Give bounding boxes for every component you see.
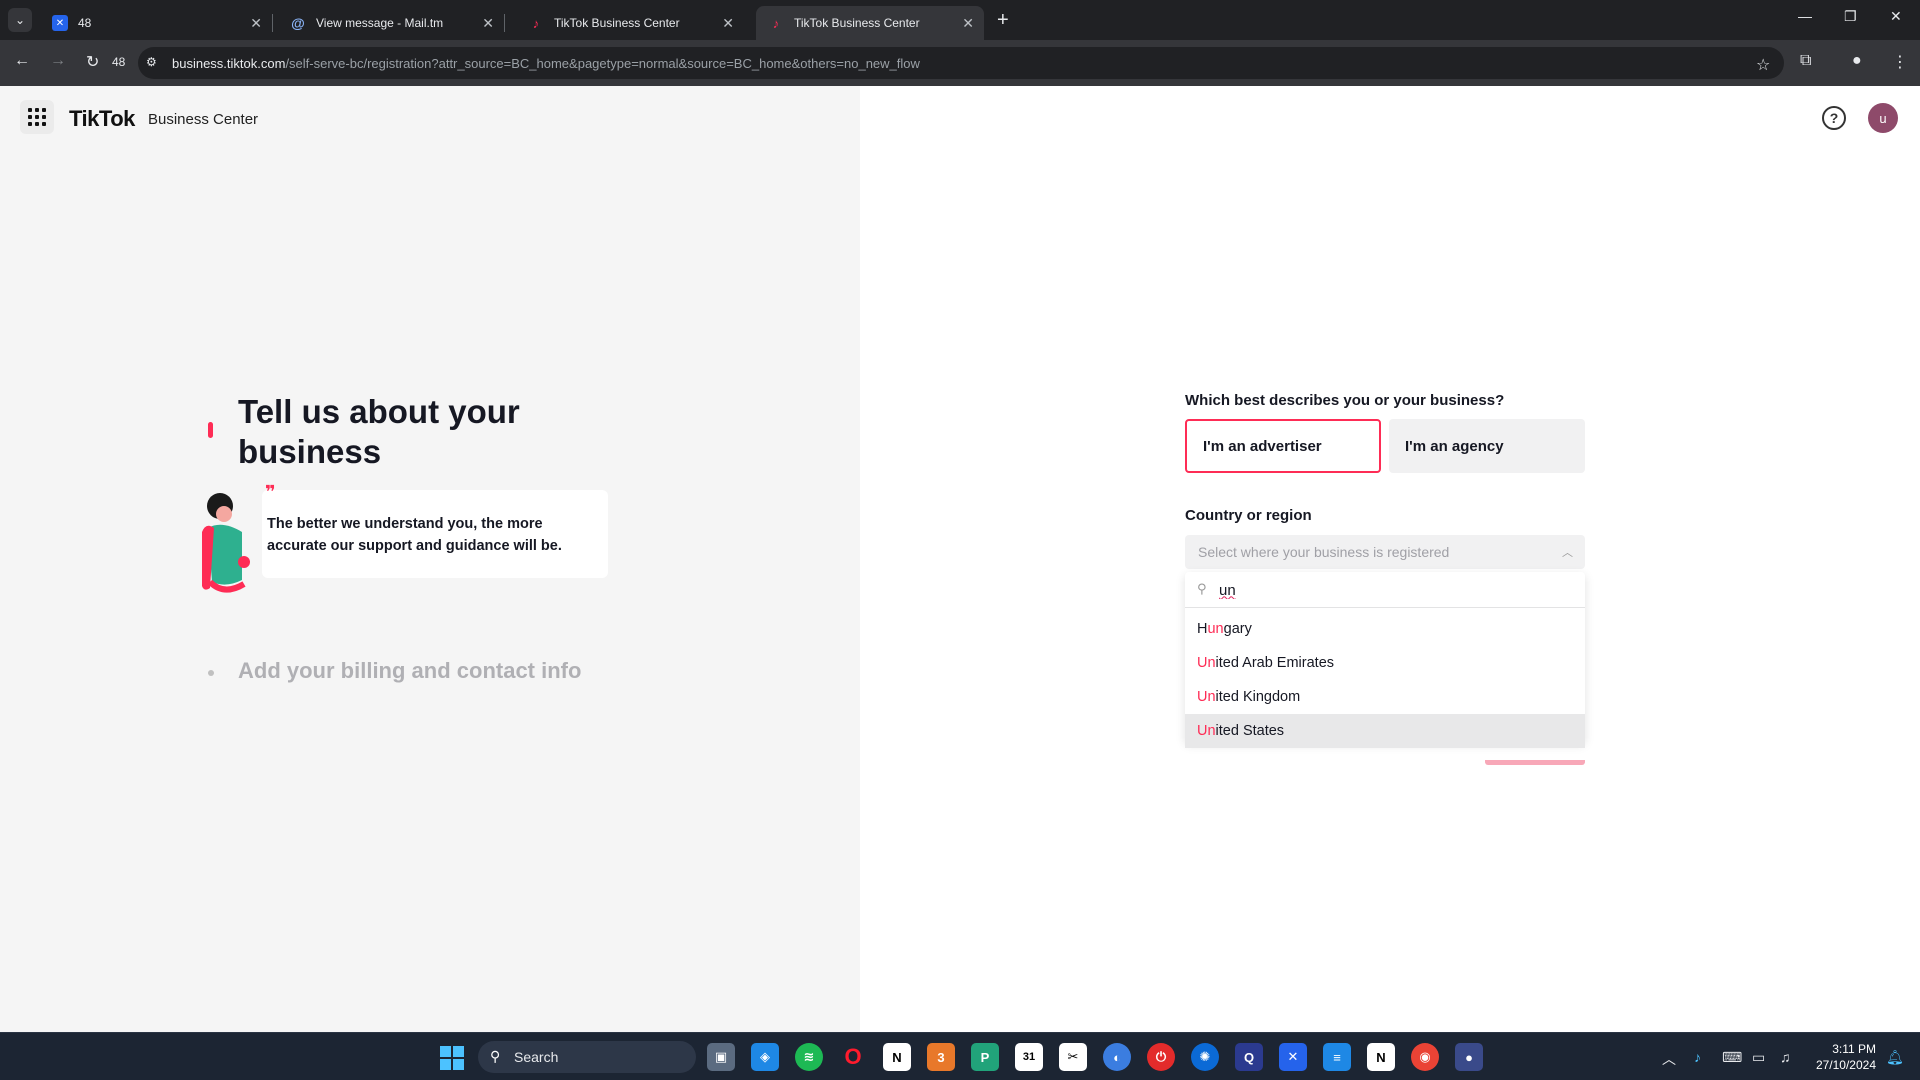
browser-tab-2[interactable]: @ View message - Mail.tm ✕ xyxy=(278,6,505,40)
business-type-question: Which best describes you or your busines… xyxy=(1185,392,1505,409)
tiktok-logo[interactable]: TikTok xyxy=(69,106,135,132)
menu-kebab-icon[interactable]: ⋮ xyxy=(1892,52,1908,72)
country-search-box: ⚲ xyxy=(1185,572,1585,608)
country-option-us[interactable]: United States xyxy=(1185,714,1585,748)
restore-icon[interactable]: ❐ xyxy=(1844,8,1857,25)
spotify-icon[interactable]: ≋ xyxy=(795,1043,823,1071)
close-tab-icon[interactable]: ✕ xyxy=(250,15,262,32)
notification-bell-icon[interactable]: 🔔︎ xyxy=(1886,1049,1904,1066)
forward-icon[interactable]: → xyxy=(50,52,66,70)
browser-tab-bar: ⌄ ✕ 48 ✕ @ View message - Mail.tm ✕ ♪ Ti… xyxy=(0,0,1920,40)
country-option-hungary[interactable]: Hungary xyxy=(1185,612,1585,646)
country-search-input[interactable] xyxy=(1219,579,1559,601)
pending-step-marker xyxy=(208,670,214,676)
address-bar[interactable]: ⚙ business.tiktok.com/self-serve-bc/regi… xyxy=(138,47,1784,79)
page-content: TikTok Business Center Tell us about you… xyxy=(0,86,1920,1032)
tab-separator xyxy=(504,14,505,32)
notion-badge-icon[interactable]: N xyxy=(1367,1043,1395,1071)
cross-app-icon[interactable]: ✕ xyxy=(1279,1043,1307,1071)
chrome-icon[interactable]: ◉ xyxy=(1411,1043,1439,1071)
clock-date: 27/10/2024 xyxy=(1815,1058,1876,1072)
country-placeholder: Select where your business is registered xyxy=(1198,544,1450,560)
tip-text: The better we understand you, the more a… xyxy=(267,516,562,554)
new-tab-button[interactable]: + xyxy=(997,8,1009,32)
browser-toolbar: ← → ↻ 48 ⚙ business.tiktok.com/self-serv… xyxy=(0,40,1920,86)
extension-badge: 48 xyxy=(112,55,126,69)
calendar-icon[interactable]: 31 xyxy=(1015,1043,1043,1071)
close-tab-icon[interactable]: ✕ xyxy=(482,15,494,32)
notion-icon[interactable]: N xyxy=(883,1043,911,1071)
search-icon: ⚲ xyxy=(1197,581,1207,596)
person-illustration xyxy=(202,493,250,593)
minimize-icon[interactable]: — xyxy=(1798,8,1812,24)
maps-app-icon[interactable]: ◈ xyxy=(751,1043,779,1071)
tab-title: 48 xyxy=(78,16,92,30)
tab-title: TikTok Business Center xyxy=(794,16,920,30)
browser-tab-3[interactable]: ♪ TikTok Business Center ✕ xyxy=(516,6,744,40)
profile-icon[interactable]: ● xyxy=(1852,52,1862,70)
advertiser-option[interactable]: I'm an advertiser xyxy=(1185,419,1381,473)
search-app-icon[interactable]: Q xyxy=(1235,1043,1263,1071)
firefox-icon[interactable]: ◐ xyxy=(1103,1043,1131,1071)
country-label: Country or region xyxy=(1185,507,1312,524)
network-icon[interactable]: ▭ xyxy=(1752,1049,1765,1066)
close-window-icon[interactable]: ✕ xyxy=(1890,8,1902,25)
browser-tab-4-active[interactable]: ♪ TikTok Business Center ✕ xyxy=(756,6,984,40)
file-explorer-icon[interactable]: ▣ xyxy=(707,1043,735,1071)
country-option-uk[interactable]: United Kingdom xyxy=(1185,680,1585,714)
apps-grid-icon[interactable] xyxy=(20,100,54,134)
tray-chevron-icon[interactable]: ︿ xyxy=(1662,1049,1676,1069)
tiktok-icon: ♪ xyxy=(772,15,780,31)
agency-option[interactable]: I'm an agency xyxy=(1389,419,1585,473)
next-step-title: Add your billing and contact info xyxy=(238,658,582,683)
close-tab-icon[interactable]: ✕ xyxy=(722,15,734,32)
quote-icon: ❞ xyxy=(265,482,276,502)
pycharm-icon[interactable]: P xyxy=(971,1043,999,1071)
country-select[interactable]: Select where your business is registered… xyxy=(1185,535,1585,569)
url-text[interactable]: business.tiktok.com/self-serve-bc/regist… xyxy=(172,56,920,71)
close-tab-icon[interactable]: ✕ xyxy=(962,15,974,32)
next-button-edge[interactable] xyxy=(1485,760,1585,765)
tab-title: View message - Mail.tm xyxy=(316,16,444,30)
chevron-up-icon: ︿ xyxy=(1562,547,1573,559)
bookmark-star-icon[interactable]: ☆ xyxy=(1756,55,1770,75)
at-icon: @ xyxy=(291,15,305,31)
windows-taskbar: ⚲ Search ▣ ◈ ≋ O N 3 P 31 ✂ ◐ ⏻ ✺ Q ✕ ≡ … xyxy=(0,1032,1920,1080)
browser-tab-1[interactable]: ✕ 48 ✕ xyxy=(40,6,273,40)
reload-icon[interactable]: ↻ xyxy=(86,52,99,72)
clock-time: 3:11 PM xyxy=(1832,1042,1876,1056)
current-step-title: Tell us about your business xyxy=(238,393,520,470)
avatar[interactable]: u xyxy=(1868,103,1898,133)
tab-separator xyxy=(272,14,273,32)
help-icon[interactable]: ? xyxy=(1822,106,1846,130)
system-clock[interactable]: 3:11 PM 27/10/2024 xyxy=(1810,1041,1876,1073)
taskbar-search-label: Search xyxy=(514,1049,559,1065)
office-app-icon[interactable]: 3 xyxy=(927,1043,955,1071)
steps-panel: TikTok Business Center Tell us about you… xyxy=(0,86,860,1032)
opera-icon[interactable]: O xyxy=(839,1043,867,1071)
cross-app-icon: ✕ xyxy=(52,15,68,31)
power-app-icon[interactable]: ⏻ xyxy=(1147,1043,1175,1071)
search-icon: ⚲ xyxy=(490,1048,501,1064)
back-icon[interactable]: ← xyxy=(14,52,30,70)
tab-title: TikTok Business Center xyxy=(554,16,680,30)
volume-icon[interactable]: ♫ xyxy=(1780,1049,1791,1065)
capcut-icon[interactable]: ✂ xyxy=(1059,1043,1087,1071)
country-dropdown: ⚲ Hungary United Arab Emirates United Ki… xyxy=(1185,572,1585,748)
windows-start-icon[interactable] xyxy=(440,1046,464,1070)
tiktok-icon: ♪ xyxy=(532,15,540,31)
active-step-marker xyxy=(208,422,213,438)
settings-app-icon[interactable]: ✺ xyxy=(1191,1043,1219,1071)
country-option-uae[interactable]: United Arab Emirates xyxy=(1185,646,1585,680)
tab-search-button[interactable]: ⌄ xyxy=(8,8,32,32)
notepad-icon[interactable]: ≡ xyxy=(1323,1043,1351,1071)
extensions-icon[interactable]: ⧉ xyxy=(1800,52,1811,70)
active-app-icon[interactable]: ● xyxy=(1455,1043,1483,1071)
microphone-icon[interactable]: ♪ xyxy=(1694,1049,1701,1065)
business-center-label: Business Center xyxy=(148,111,259,128)
taskbar-search[interactable]: ⚲ Search xyxy=(478,1041,696,1073)
keyboard-icon[interactable]: ⌨ xyxy=(1722,1049,1742,1066)
site-info-icon[interactable]: ⚙ xyxy=(146,55,162,71)
